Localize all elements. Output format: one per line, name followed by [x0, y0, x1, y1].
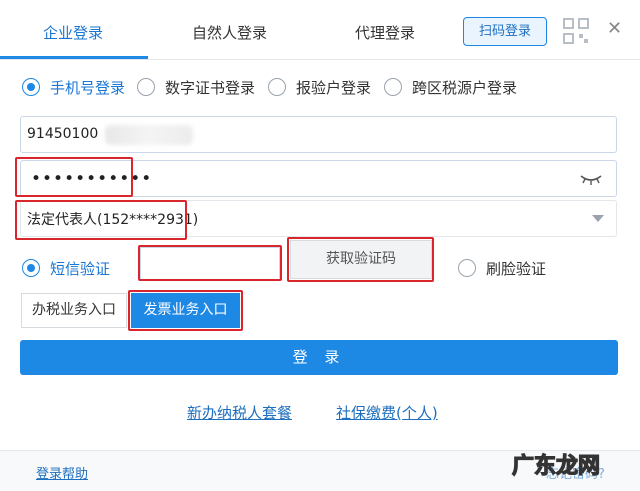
- new-taxpayer-link[interactable]: 新办纳税人套餐: [187, 402, 292, 423]
- identity-select[interactable]: 法定代表人(152****2931): [20, 200, 617, 237]
- qr-login-button[interactable]: 扫码登录: [463, 17, 547, 46]
- radio-label: 跨区税源户登录: [412, 78, 518, 97]
- radio-label: 手机号登录: [50, 78, 126, 97]
- radio-cross-region-login[interactable]: 跨区税源户登录: [384, 76, 517, 98]
- login-method-group: 手机号登录 数字证书登录 报验户登录 跨区税源户登录: [22, 76, 622, 100]
- face-verify-label: 刷脸验证: [486, 259, 547, 278]
- credit-code-value: 91450100: [27, 126, 99, 142]
- get-code-button[interactable]: 获取验证码: [290, 240, 432, 279]
- credit-code-input[interactable]: 91450100: [20, 116, 617, 153]
- radio-unchecked-icon: [458, 259, 476, 277]
- radio-inspection-login[interactable]: 报验户登录: [268, 76, 371, 98]
- radio-phone-login[interactable]: 手机号登录: [22, 76, 125, 98]
- tab-individual-login[interactable]: 自然人登录: [192, 22, 267, 43]
- radio-unchecked-icon: [137, 78, 155, 96]
- login-button[interactable]: 登 录: [20, 340, 618, 375]
- eye-closed-icon[interactable]: [580, 173, 602, 185]
- radio-sms-verify[interactable]: 短信验证: [22, 257, 110, 279]
- sms-verify-label: 短信验证: [50, 259, 111, 278]
- tab-agent-login[interactable]: 代理登录: [355, 22, 415, 43]
- privacy-blur: [105, 125, 193, 145]
- radio-label: 数字证书登录: [165, 78, 256, 97]
- invoice-entry-button[interactable]: 发票业务入口: [131, 293, 240, 328]
- tax-entry-button[interactable]: 办税业务入口: [21, 293, 127, 328]
- watermark-logo: 广东龙网: [511, 452, 600, 479]
- password-mask: •••••••••••: [31, 169, 153, 189]
- sms-code-input[interactable]: [140, 247, 280, 280]
- radio-checked-icon: [22, 78, 40, 96]
- login-help-link[interactable]: 登录帮助: [36, 463, 88, 482]
- social-security-link[interactable]: 社保缴费(个人): [336, 402, 438, 423]
- radio-face-verify[interactable]: 刷脸验证: [458, 257, 546, 279]
- qr-code-icon[interactable]: [563, 18, 589, 44]
- watermark-text: 广东龙网: [512, 453, 600, 479]
- active-tab-indicator: [0, 56, 148, 59]
- radio-unchecked-icon: [384, 78, 402, 96]
- radio-label: 报验户登录: [296, 78, 372, 97]
- chevron-down-icon: [592, 215, 604, 222]
- password-input[interactable]: •••••••••••: [20, 160, 617, 197]
- radio-unchecked-icon: [268, 78, 286, 96]
- identity-value: 法定代表人(152****2931): [27, 212, 199, 228]
- login-tabs: 企业登录 自然人登录 代理登录 扫码登录 ✕: [0, 0, 640, 60]
- radio-certificate-login[interactable]: 数字证书登录: [137, 76, 255, 98]
- radio-checked-icon: [22, 259, 40, 277]
- tab-enterprise-login[interactable]: 企业登录: [43, 22, 103, 43]
- close-icon[interactable]: ✕: [607, 20, 625, 38]
